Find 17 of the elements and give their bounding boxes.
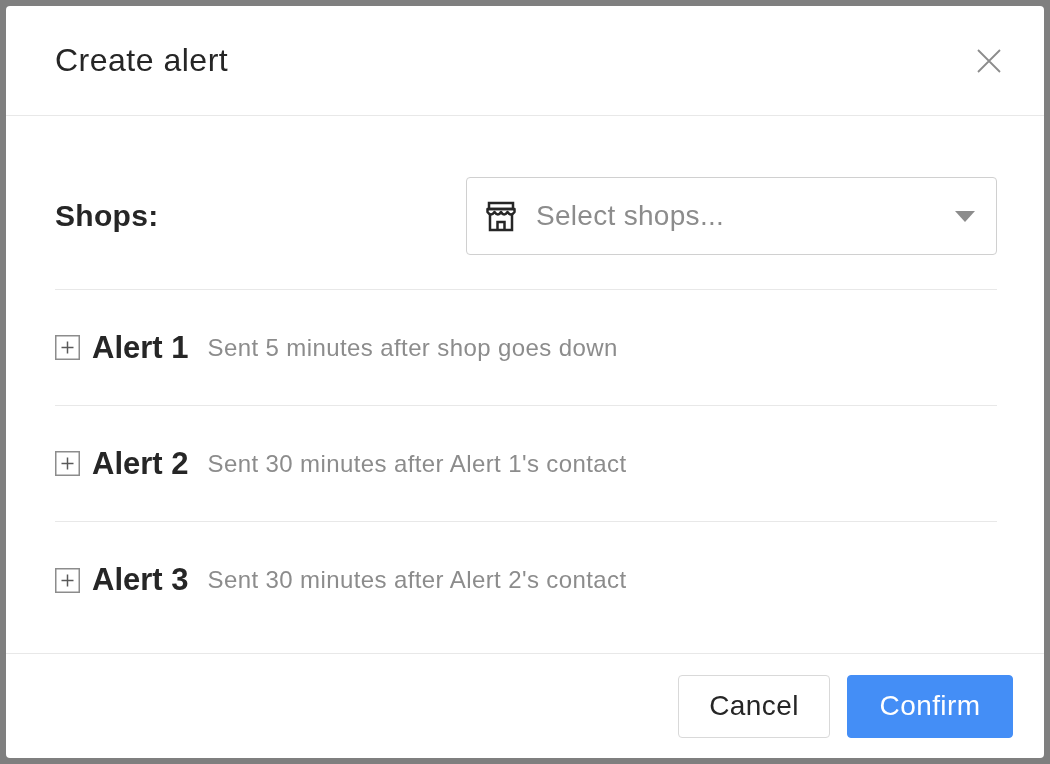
alert-title: Alert 1 bbox=[92, 329, 189, 366]
close-icon[interactable] bbox=[977, 48, 1001, 73]
dialog-title: Create alert bbox=[55, 41, 229, 80]
plus-box-icon[interactable] bbox=[55, 451, 80, 476]
primary-button[interactable]: Confirm bbox=[847, 674, 1013, 738]
shop-select[interactable]: Select shops... bbox=[466, 177, 997, 255]
plus-box-icon[interactable] bbox=[55, 567, 80, 593]
alert-description: Sent 5 minutes after shop goes down bbox=[207, 333, 618, 362]
caret-icon bbox=[955, 210, 975, 222]
alert-title: Alert 2 bbox=[92, 445, 189, 482]
secondary-button[interactable]: Cancel bbox=[678, 674, 830, 738]
alert-description: Sent 30 minutes after Alert 2's contact bbox=[207, 566, 627, 594]
alert-description: Sent 30 minutes after Alert 1's contact bbox=[207, 449, 627, 478]
store-icon bbox=[485, 200, 517, 232]
plus-box-icon[interactable] bbox=[55, 335, 80, 360]
field-label: Shops: bbox=[55, 199, 159, 233]
alert-title: Alert 3 bbox=[92, 562, 189, 598]
